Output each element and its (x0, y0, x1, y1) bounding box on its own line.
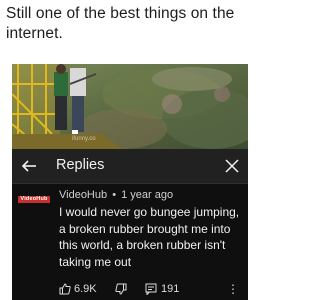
comment-text: I would never go bungee jumping, a broke… (59, 205, 240, 269)
replies-title: Replies (56, 157, 105, 173)
post-caption: Still one of the best things on the inte… (6, 5, 235, 42)
reply-button[interactable]: 191 (145, 283, 179, 295)
thumbs-up-icon (59, 283, 71, 295)
comment: VideoHub VideoHub • 1 year ago I would n… (12, 184, 248, 300)
watermark-text: ifunny.co (72, 136, 96, 142)
like-count: 6.9K (74, 283, 97, 295)
close-icon[interactable] (224, 158, 240, 174)
youtube-screenshot: ifunny.co Replies VideoHub VideoHub • 1 … (12, 64, 248, 300)
like-button[interactable]: 6.9K (59, 283, 97, 295)
more-vertical-icon[interactable]: ⋮ (227, 282, 239, 296)
avatar-label: VideoHub (18, 195, 50, 203)
bungee-scene-image (12, 64, 248, 149)
reply-count: 191 (161, 283, 180, 295)
avatar[interactable]: VideoHub (18, 194, 50, 204)
replies-header: Replies (12, 149, 248, 184)
comment-author[interactable]: VideoHub (59, 189, 107, 201)
thumbs-down-icon (115, 283, 127, 295)
meta-separator: • (112, 189, 117, 201)
comment-meta: VideoHub • 1 year ago (59, 189, 173, 201)
dislike-button[interactable] (115, 283, 127, 298)
comment-time: 1 year ago (121, 189, 174, 201)
reply-icon (145, 283, 157, 295)
arrow-left-icon[interactable] (20, 157, 38, 175)
comment-actions: 6.9K 191 ⋮ (59, 282, 245, 298)
video-frame[interactable]: ifunny.co (12, 64, 248, 149)
